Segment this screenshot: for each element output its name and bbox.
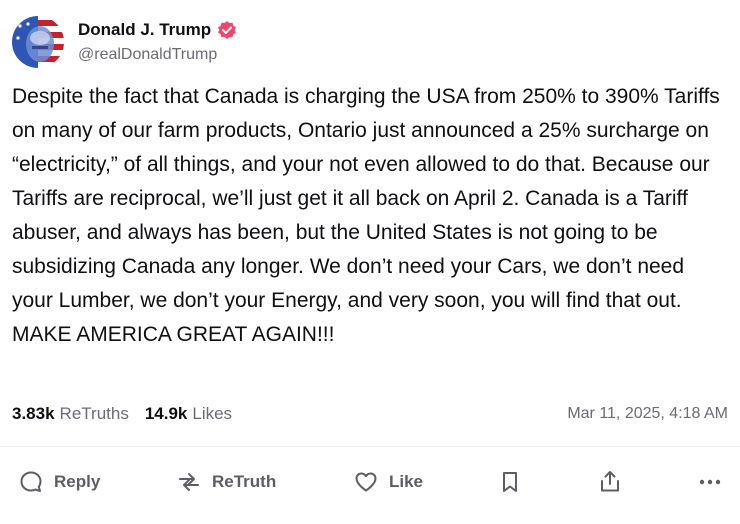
share-icon: [597, 469, 623, 495]
retruths-stat[interactable]: 3.83k ReTruths: [12, 404, 129, 424]
retruth-button[interactable]: ReTruth: [176, 462, 276, 502]
retruths-count: 3.83k: [12, 404, 55, 423]
likes-label: Likes: [192, 404, 233, 423]
share-button[interactable]: [597, 462, 623, 502]
action-bar: Reply ReTruth Like: [0, 462, 740, 502]
avatar[interactable]: [12, 16, 64, 68]
likes-count: 14.9k: [144, 404, 188, 423]
like-icon: [353, 469, 379, 495]
retruth-icon: [176, 469, 202, 495]
more-icon: [697, 469, 723, 495]
likes-stat[interactable]: 14.9k Likes: [145, 404, 232, 424]
reply-button[interactable]: Reply: [18, 462, 100, 502]
like-label: Like: [389, 472, 424, 491]
post-stats: 3.83k ReTruths 14.9k Likes Mar 11, 2025,…: [12, 404, 728, 424]
like-button[interactable]: Like: [353, 462, 423, 502]
author-name[interactable]: Donald J. Trump: [78, 20, 211, 40]
verified-badge-icon: [217, 20, 237, 40]
reply-icon: [18, 469, 44, 495]
post-header: Donald J. Trump @realDonaldTrump: [12, 14, 237, 70]
avatar-image: [12, 16, 64, 68]
post-text: Despite the fact that Canada is charging…: [12, 85, 720, 346]
reply-label: Reply: [54, 472, 101, 491]
author-handle[interactable]: @realDonaldTrump: [78, 46, 237, 64]
retruths-label: ReTruths: [59, 404, 129, 423]
more-button[interactable]: [697, 462, 723, 502]
bookmark-button[interactable]: [497, 462, 523, 502]
retruth-label: ReTruth: [212, 472, 277, 491]
divider: [0, 446, 740, 447]
post-timestamp[interactable]: Mar 11, 2025, 4:18 AM: [567, 405, 728, 423]
bookmark-icon: [497, 469, 523, 495]
